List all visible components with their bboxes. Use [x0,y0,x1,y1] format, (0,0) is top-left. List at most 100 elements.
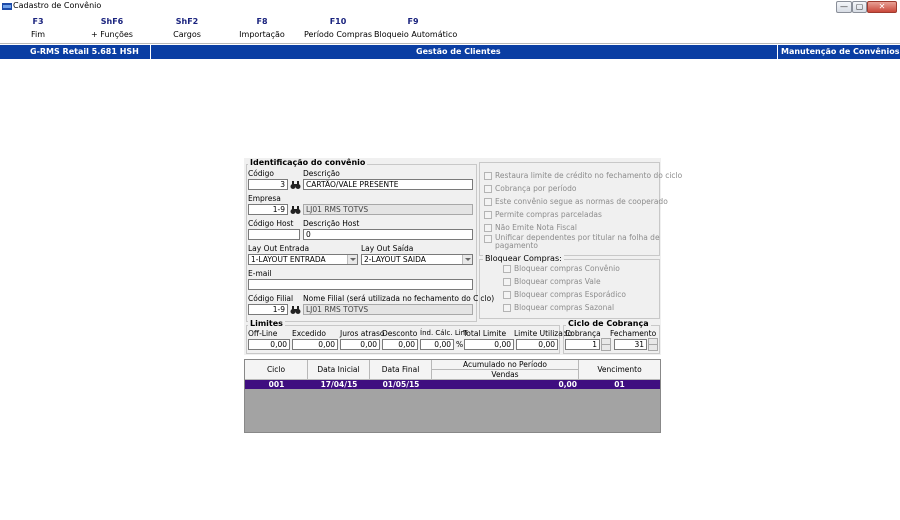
bloquear-esporadico-checkbox[interactable] [503,291,511,299]
restaura-limite-checkbox[interactable] [484,172,492,180]
layout-saida-value: 2-LAYOUT SAIDA [364,255,426,264]
cobranca-stepper[interactable] [601,338,611,351]
header-banner: G-RMS Retail 5.681 HSH Gestão de Cliente… [0,45,900,59]
col-vendas-header[interactable]: Vendas [432,370,579,380]
fkey-action: Período Compras [303,30,373,39]
layout-entrada-value: 1-LAYOUT ENTRADA [251,255,326,264]
cobranca-field[interactable]: 1 [565,339,600,350]
identificacao-title: Identificação do convênio [248,158,368,167]
cooperado-label: Este convênio segue as normas de coopera… [495,197,668,206]
total-limite-label: Total Limite [463,329,507,338]
descricao-host-field[interactable]: 0 [303,229,473,240]
chevron-down-icon[interactable] [347,255,357,264]
off-line-label: Off-Line [248,329,278,338]
bloquear-convenio-label: Bloquear compras Convênio [514,264,620,273]
ind-calc-lim-label: Índ. Cálc. Lim [420,329,468,337]
fechamento-label: Fechamento [610,329,657,338]
toolbar-bloqueio-automatico-button[interactable]: F9 Bloqueio Automático [374,17,458,39]
cell-vencimento: 01 [614,380,625,389]
bloquear-sazonal-label: Bloquear compras Sazonal [514,303,615,312]
juros-atraso-label: Juros atraso [340,329,385,338]
ind-calc-lim-field[interactable]: 0,00 [420,339,454,350]
toolbar-mais-funcoes-button[interactable]: ShF6 + Funções [88,17,136,39]
cell-data-final: 01/05/15 [382,380,420,389]
toolbar-fim-button[interactable]: F3 Fim [18,17,58,39]
ciclos-table: Ciclo Data Inicial Data Final Acumulado … [244,359,661,433]
compras-parceladas-label: Permite compras parceladas [495,210,602,219]
juros-atraso-field[interactable]: 0,00 [340,339,380,350]
nao-emite-nf-label: Não Emite Nota Fiscal [495,223,577,232]
cobranca-periodo-checkbox[interactable] [484,185,492,193]
maximize-button[interactable]: ▢ [852,1,867,13]
layout-saida-select[interactable]: 2-LAYOUT SAIDA [361,254,473,265]
empresa-code-field[interactable]: 1-9 [248,204,288,215]
bloquear-convenio-checkbox[interactable] [503,265,511,273]
unificar-dependentes-label-cont: pagamento [495,241,538,250]
nome-filial-label: Nome Filial (será utilizada no fechament… [303,294,495,303]
app-icon [2,3,12,10]
codigo-field[interactable]: 3 [248,179,288,190]
percent-unit: % [456,340,464,349]
col-acumulado-header[interactable]: Acumulado no Período [432,360,579,370]
module-name: Gestão de Clientes [416,47,501,56]
fechamento-field[interactable]: 31 [614,339,647,350]
empresa-name-field: LJ01 RMS TOTVS [303,204,473,215]
bloquear-vale-label: Bloquear compras Vale [514,277,601,286]
compras-parceladas-checkbox[interactable] [484,211,492,219]
fkey-label: F9 [407,17,419,26]
fkey-action: Bloqueio Automático [374,30,458,39]
limite-utilizado-field[interactable]: 0,00 [516,339,558,350]
desconto-label: Desconto [382,329,418,338]
excedido-field[interactable]: 0,00 [292,339,338,350]
fechamento-stepper[interactable] [648,338,658,351]
layout-entrada-label: Lay Out Entrada [248,244,310,253]
nao-emite-nf-checkbox[interactable] [484,224,492,232]
codigo-label: Código [248,169,275,178]
layout-entrada-select[interactable]: 1-LAYOUT ENTRADA [248,254,358,265]
window-title: Cadastro de Convênio [13,1,102,10]
fkey-label: F8 [256,17,268,26]
minimize-button[interactable]: — [836,1,852,13]
excedido-label: Excedido [292,329,326,338]
screen-name: Manutenção de Convênios [781,47,900,56]
codigo-host-label: Código Host [248,219,294,228]
binoculars-search-icon[interactable] [290,205,301,215]
bloquear-compras-title: Bloquear Compras: [483,254,564,263]
fkey-label: F3 [32,17,44,26]
codigo-host-field[interactable] [248,229,300,240]
codigo-filial-label: Código Filial [248,294,294,303]
toolbar-cargos-button[interactable]: ShF2 Cargos [167,17,207,39]
convenio-form: Identificação do convênio Código 3 Descr… [244,158,682,355]
cobranca-periodo-label: Cobrança por período [495,184,577,193]
bloquear-vale-checkbox[interactable] [503,278,511,286]
layout-saida-label: Lay Out Saída [361,244,414,253]
limites-title: Limites [248,319,285,328]
descricao-field[interactable]: CARTÃO/VALE PRESENTE [303,179,473,190]
off-line-field[interactable]: 0,00 [248,339,290,350]
toolbar-periodo-compras-button[interactable]: F10 Período Compras [302,17,374,39]
email-field[interactable] [248,279,473,290]
binoculars-search-icon[interactable] [290,180,301,190]
unificar-dependentes-checkbox[interactable] [484,235,492,243]
restaura-limite-label: Restaura limite de crédito no fechamento… [495,171,683,180]
banner-divider [150,45,151,59]
cell-data-inicial: 17/04/15 [320,380,358,389]
cobranca-label: Cobrança [565,329,601,338]
toolbar-importacao-button[interactable]: F8 Importação [236,17,288,39]
bloquear-sazonal-checkbox[interactable] [503,304,511,312]
chevron-down-icon[interactable] [462,255,472,264]
col-vencimento-header[interactable]: Vencimento [579,360,660,380]
col-data-final-header[interactable]: Data Final [370,360,432,380]
table-row[interactable]: 001 17/04/15 01/05/15 0,00 01 [245,380,660,389]
empresa-label: Empresa [248,194,281,203]
col-data-inicial-header[interactable]: Data Inicial [308,360,370,380]
desconto-field[interactable]: 0,00 [382,339,418,350]
cooperado-checkbox[interactable] [484,198,492,206]
binoculars-search-icon[interactable] [290,305,301,315]
total-limite-field[interactable]: 0,00 [464,339,514,350]
banner-divider [777,45,778,59]
codigo-filial-field[interactable]: 1-9 [248,304,288,315]
close-button[interactable]: ✕ [867,1,897,13]
toolbar-divider [0,43,900,44]
col-ciclo-header[interactable]: Ciclo [245,360,308,380]
